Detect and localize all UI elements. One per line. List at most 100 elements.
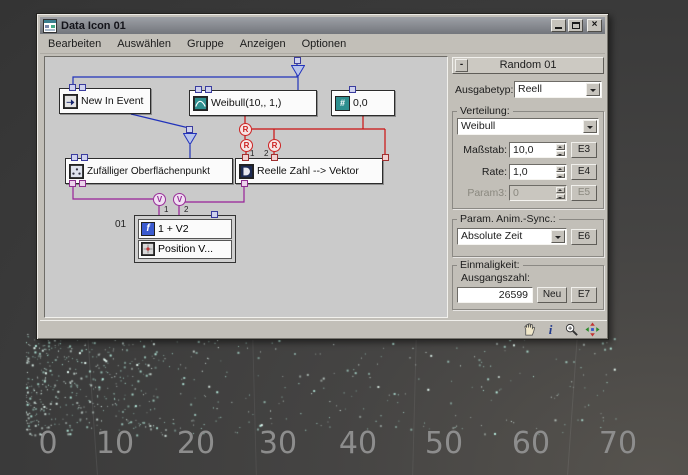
real-port[interactable]: R [268,139,281,152]
ruler-label-30: 30 [258,426,298,461]
ruler-label-60: 60 [511,426,551,461]
anim-sync-group-title: Param. Anim.-Sync.: [457,213,559,225]
convert-icon [239,163,254,179]
spinner[interactable] [556,166,565,178]
ruler-label-0: 0 [38,426,58,461]
input-connector[interactable] [211,211,218,218]
param3-label: Param3: [467,187,507,199]
scale-label: Maßstab: [463,144,507,156]
minimize-button[interactable] [551,19,566,32]
node-weibull[interactable]: Weibull(10,, 1,) [189,90,317,116]
maximize-icon [572,22,580,29]
port-number: 2 [184,205,189,214]
param3-value: 0 [513,187,519,199]
minimize-icon [555,27,562,29]
random-icon [193,95,208,111]
node-editor-canvas[interactable]: New In Event Weibull(10,, 1,) # 0,0 Zufä… [44,56,448,318]
collapse-button[interactable]: - [455,59,468,72]
input-connector[interactable] [71,154,78,161]
rollout-title: Random 01 [499,59,557,71]
input-connector[interactable] [271,154,278,161]
window-title: Data Icon 01 [61,19,126,32]
node-label: New In Event [81,95,144,107]
node-new-in-event[interactable]: New In Event [59,88,151,114]
surface-point-icon [69,163,84,179]
zoom-region-icon[interactable] [563,322,580,338]
anim-sync-dropdown[interactable]: Absolute Zeit [457,228,567,245]
pan-zoom-icon[interactable] [584,322,601,338]
menu-gruppe[interactable]: Gruppe [179,36,232,52]
node-label: 0,0 [353,97,368,109]
input-connector[interactable] [242,154,249,161]
pan-hand-icon[interactable] [521,322,538,338]
menu-anzeigen[interactable]: Anzeigen [232,36,294,52]
statusbar: i [40,320,607,338]
chevron-down-icon[interactable] [586,83,600,96]
input-connector[interactable] [195,86,202,93]
scale-value: 10,0 [513,144,534,156]
new-seed-button[interactable]: Neu [537,287,567,303]
node-constant[interactable]: # 0,0 [331,90,395,116]
menu-auswaehlen[interactable]: Auswählen [109,36,179,52]
input-connector[interactable] [382,154,389,161]
ruler-label-40: 40 [338,426,378,461]
axis-ruler: 0 10 20 30 40 50 60 70 [0,426,688,475]
output-connector[interactable] [241,180,248,187]
output-row[interactable]: Position V... [138,239,232,259]
node-real-to-vector[interactable]: Reelle Zahl --> Vektor [235,158,383,184]
spinner[interactable] [556,144,565,156]
port-number: 1 [250,149,255,158]
rate-field[interactable]: 1,0 [509,164,567,180]
viewport-background[interactable]: 0 10 20 30 40 50 60 70 Data Icon 01 × Bearbeite… [0,0,688,475]
output-type-label: Ausgabetyp: [455,84,514,96]
anim-sync-value: Absolute Zeit [461,230,523,242]
e4-button[interactable]: E4 [571,164,597,180]
menubar: Bearbeiten Auswählen Gruppe Anzeigen Opt… [40,35,605,54]
output-connector[interactable] [79,180,86,187]
input-connector[interactable] [349,86,356,93]
e7-button[interactable]: E7 [571,287,597,303]
input-connector[interactable] [205,86,212,93]
event-triangle-icon[interactable] [183,133,197,145]
expression-row[interactable]: f 1 + V2 [138,219,232,239]
position-icon [141,242,155,257]
seed-field[interactable]: 26599 [457,287,533,303]
chevron-down-icon[interactable] [551,230,565,243]
menu-bearbeiten[interactable]: Bearbeiten [40,36,109,52]
parameter-panel: - Random 01 Ausgabetyp: Reell Verteilung… [450,56,606,318]
node-surface-point[interactable]: Zufälliger Oberflächenpunkt [65,158,233,184]
anim-sync-group: Param. Anim.-Sync.: Absolute Zeit E6 [452,213,604,257]
spinner [556,187,565,199]
chevron-down-icon[interactable] [583,120,597,133]
data-view-window: Data Icon 01 × Bearbeiten Auswählen Grup… [36,13,609,340]
info-icon[interactable]: i [542,322,559,338]
input-connector[interactable] [69,84,76,91]
distribution-dropdown[interactable]: Weibull [457,118,599,135]
node-label: Zufälliger Oberflächenpunkt [87,165,210,177]
input-connector[interactable] [294,57,301,64]
maximize-button[interactable] [568,19,583,32]
e6-button[interactable]: E6 [571,229,597,245]
rollout-header[interactable]: - Random 01 [452,57,604,74]
scale-field[interactable]: 10,0 [509,142,567,158]
node-expression[interactable]: f 1 + V2 Position V... [134,215,236,263]
input-connector[interactable] [81,154,88,161]
ruler-label-50: 50 [424,426,464,461]
input-connector[interactable] [186,126,193,133]
menu-optionen[interactable]: Optionen [294,36,355,52]
operator-badge: 01 [115,219,127,230]
event-triangle-icon[interactable] [291,65,305,77]
close-button[interactable]: × [587,19,602,32]
output-connector[interactable] [69,180,76,187]
input-connector[interactable] [79,84,86,91]
real-port[interactable]: R [239,123,252,136]
output-type-dropdown[interactable]: Reell [514,81,602,98]
uniqueness-group: Einmaligkeit: Ausgangszahl: 26599 Neu E7 [452,259,604,310]
titlebar[interactable]: Data Icon 01 × [40,17,605,34]
data-view-icon [43,18,57,33]
event-input-icon [63,93,78,109]
e3-button[interactable]: E3 [571,142,597,158]
expression-label: 1 + V2 [158,222,189,235]
rate-label: Rate: [481,166,507,178]
node-label: Reelle Zahl --> Vektor [257,165,359,177]
